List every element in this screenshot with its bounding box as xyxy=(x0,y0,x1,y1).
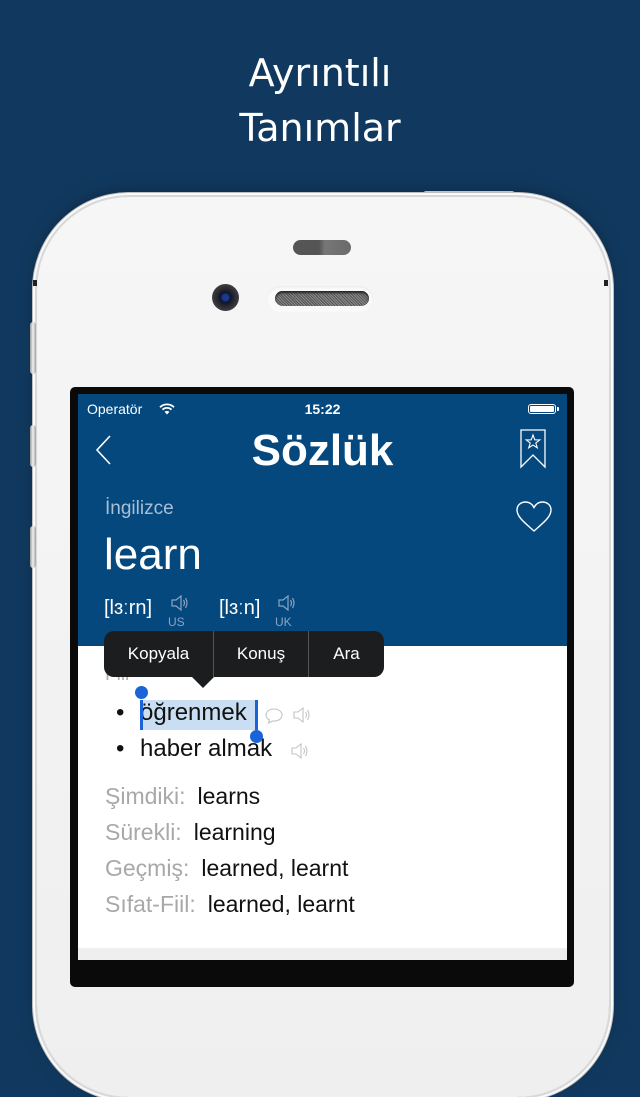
speaker-icon xyxy=(278,594,295,612)
proximity-sensor xyxy=(293,240,351,255)
selection-end-handle[interactable] xyxy=(250,730,263,743)
inflection-row: Sürekli: learning xyxy=(105,819,276,846)
menu-copy[interactable]: Kopyala xyxy=(104,631,213,677)
selection-start-caret xyxy=(140,700,143,730)
promo-line-1: Ayrıntılı xyxy=(248,51,392,95)
speech-bubble-icon xyxy=(265,708,283,725)
selection-end-caret xyxy=(255,700,258,730)
source-language: İngilizce xyxy=(105,498,174,519)
accent-label-us: US xyxy=(168,615,185,629)
speaker-icon xyxy=(291,742,308,760)
phone-volume-down xyxy=(30,526,36,568)
play-sense-2-button[interactable] xyxy=(290,741,310,761)
status-bar: Operatör 15:22 xyxy=(78,400,567,420)
bullet: • xyxy=(116,735,125,762)
battery-full-icon xyxy=(528,404,559,414)
heart-outline-icon xyxy=(516,501,552,532)
inflection-value: learning xyxy=(193,819,276,845)
pronunciation-uk: [lɜːn] xyxy=(219,597,261,619)
speaker-icon xyxy=(293,706,310,724)
inflection-value: learned, learnt xyxy=(201,855,349,881)
bookmarks-button[interactable] xyxy=(519,428,547,470)
app-screen: Operatör 15:22 Sözlük İngilizce learn [l… xyxy=(78,394,567,960)
speaker-icon xyxy=(171,594,188,612)
sense-text[interactable]: öğrenmek xyxy=(140,699,247,727)
front-camera xyxy=(212,284,239,311)
comment-button[interactable] xyxy=(264,706,284,726)
bullet: • xyxy=(116,699,125,726)
menu-speak[interactable]: Konuş xyxy=(214,631,308,677)
inflection-value: learns xyxy=(197,783,261,809)
promo-headline: Ayrıntılı Tanımlar xyxy=(0,46,640,156)
play-us-button[interactable] xyxy=(170,593,190,613)
accent-label-uk: UK xyxy=(275,615,292,629)
antenna-band-left xyxy=(33,280,37,286)
status-time: 15:22 xyxy=(304,401,341,417)
edit-context-menu: Kopyala Konuş Ara xyxy=(104,631,384,688)
headword: learn xyxy=(104,530,202,579)
phone-volume-up xyxy=(30,425,36,467)
inflection-label: Geçmiş: xyxy=(105,855,190,881)
promo-line-2: Tanımlar xyxy=(239,106,401,150)
antenna-band-right xyxy=(604,280,608,286)
earpiece-speaker xyxy=(275,291,369,306)
menu-pointer xyxy=(192,677,214,688)
menu-search[interactable]: Ara xyxy=(309,631,384,677)
favorite-button[interactable] xyxy=(515,500,553,534)
inflection-value: learned, learnt xyxy=(207,891,355,917)
bookmark-star-icon xyxy=(520,429,546,469)
inflection-label: Sürekli: xyxy=(105,819,182,845)
phone-mute-switch xyxy=(30,322,36,374)
nav-title: Sözlük xyxy=(251,426,394,475)
inflection-row: Sıfat-Fiil: learned, learnt xyxy=(105,891,355,918)
next-section-strip xyxy=(78,948,567,960)
selection-start-handle[interactable] xyxy=(135,686,148,699)
inflection-row: Geçmiş: learned, learnt xyxy=(105,855,348,882)
play-uk-button[interactable] xyxy=(277,593,297,613)
pronunciation-us: [lɜːrn] xyxy=(104,597,153,619)
inflection-label: Sıfat-Fiil: xyxy=(105,891,196,917)
inflection-row: Şimdiki: learns xyxy=(105,783,260,810)
play-sense-1-button[interactable] xyxy=(292,705,312,725)
inflection-label: Şimdiki: xyxy=(105,783,186,809)
